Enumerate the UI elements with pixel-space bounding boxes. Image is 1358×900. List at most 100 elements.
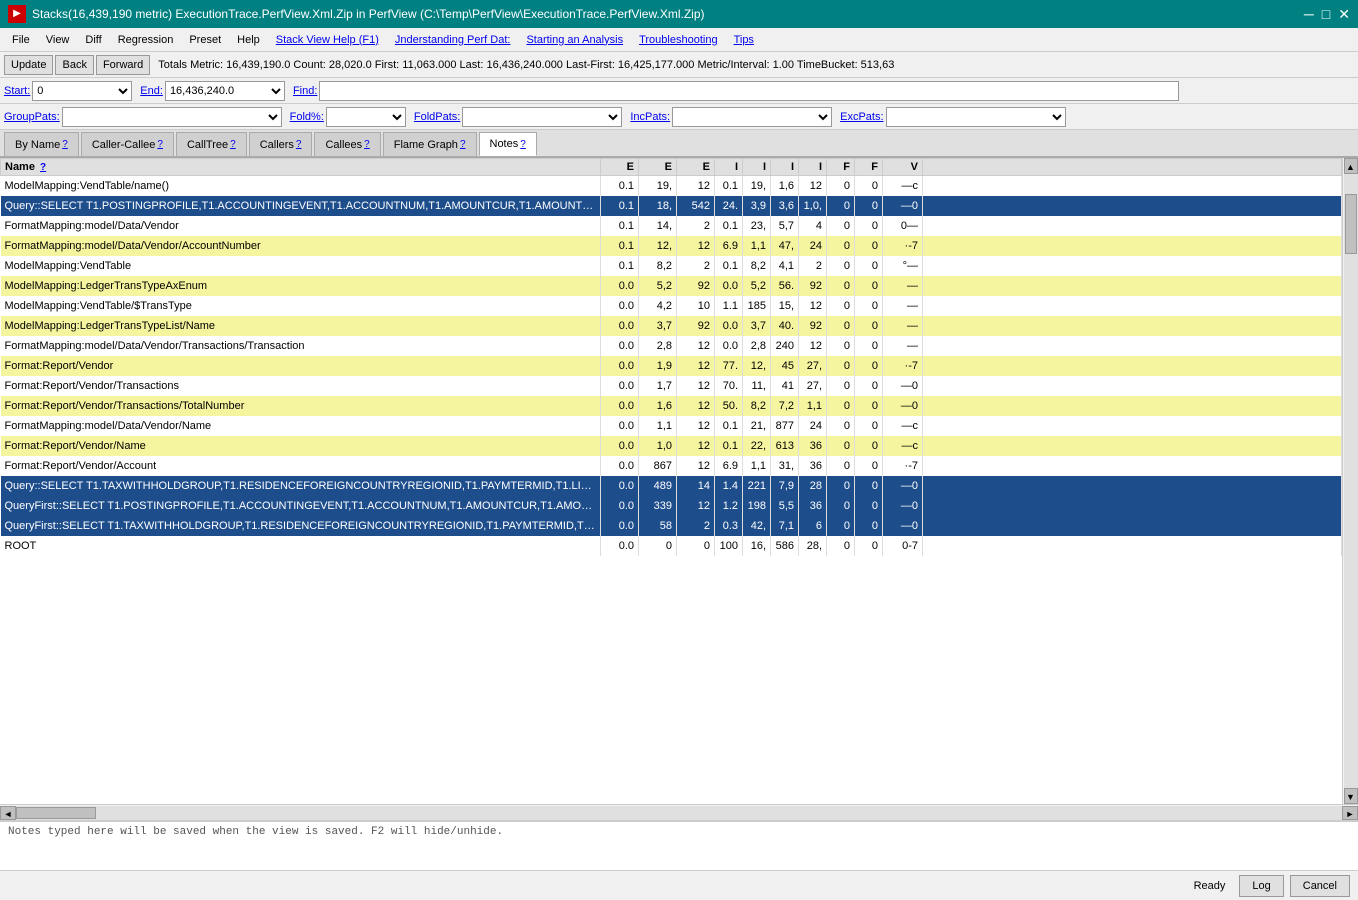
cell-i2: 198	[743, 496, 771, 516]
cell-extra	[923, 456, 1342, 476]
table-row[interactable]: FormatMapping:model/Data/Vendor0.114,20.…	[1, 216, 1342, 236]
excpats-select[interactable]	[886, 107, 1066, 127]
col-header-e1[interactable]: E	[601, 159, 639, 176]
table-row[interactable]: Format:Report/Vendor0.01,91277.12,4527,0…	[1, 356, 1342, 376]
table-row[interactable]: ModelMapping:VendTable0.18,220.18,24,120…	[1, 256, 1342, 276]
tab-callers[interactable]: Callers ?	[249, 132, 313, 156]
menu-help[interactable]: Help	[229, 32, 268, 48]
table-row[interactable]: ModelMapping:LedgerTransTypeAxEnum0.05,2…	[1, 276, 1342, 296]
table-row[interactable]: FormatMapping:model/Data/Vendor/AccountN…	[1, 236, 1342, 256]
cell-e1: 0.1	[601, 236, 639, 256]
close-button[interactable]: ✕	[1338, 6, 1350, 23]
col-header-e2[interactable]: E	[639, 159, 677, 176]
table-row[interactable]: QueryFirst::SELECT T1.POSTINGPROFILE,T1.…	[1, 496, 1342, 516]
menu-understanding[interactable]: Jnderstanding Perf Dat:	[387, 32, 519, 48]
menu-troubleshooting[interactable]: Troubleshooting	[631, 32, 725, 48]
vertical-scrollbar[interactable]: ▲ ▼	[1342, 158, 1358, 804]
minimize-button[interactable]: ─	[1304, 6, 1314, 23]
col-header-i4[interactable]: I	[799, 159, 827, 176]
update-button[interactable]: Update	[4, 55, 53, 75]
scroll-up-button[interactable]: ▲	[1344, 158, 1358, 174]
menu-view[interactable]: View	[38, 32, 78, 48]
table-row[interactable]: ModelMapping:VendTable/name()0.119,120.1…	[1, 176, 1342, 196]
scroll-right-button[interactable]: ►	[1342, 806, 1358, 820]
table-row[interactable]: Query::SELECT T1.TAXWITHHOLDGROUP,T1.RES…	[1, 476, 1342, 496]
cell-i1: 1.1	[715, 296, 743, 316]
table-row[interactable]: FormatMapping:model/Data/Vendor/Name0.01…	[1, 416, 1342, 436]
table-row[interactable]: Format:Report/Vendor/Account0.0867126.91…	[1, 456, 1342, 476]
tab-calltree[interactable]: CallTree ?	[176, 132, 247, 156]
foldpats-label[interactable]: FoldPats:	[414, 111, 460, 123]
tab-flame-graph[interactable]: Flame Graph ?	[383, 132, 477, 156]
foldpats-select[interactable]	[462, 107, 622, 127]
end-select[interactable]: 16,436,240.0	[165, 81, 285, 101]
cell-e1: 0.0	[601, 536, 639, 556]
col-header-f2[interactable]: F	[855, 159, 883, 176]
table-row[interactable]: FormatMapping:model/Data/Vendor/Transact…	[1, 336, 1342, 356]
table-scroll-area[interactable]: Name ? E E E I I I I F F V	[0, 158, 1342, 804]
scroll-down-button[interactable]: ▼	[1344, 788, 1358, 804]
menu-stack-view-help[interactable]: Stack View Help (F1)	[268, 32, 387, 48]
hscroll-thumb[interactable]	[16, 807, 96, 819]
table-row[interactable]: ROOT0.00010016,58628,000-7	[1, 536, 1342, 556]
table-row[interactable]: Format:Report/Vendor/Transactions/TotalN…	[1, 396, 1342, 416]
cell-i2: 3,7	[743, 316, 771, 336]
start-select[interactable]: 0	[32, 81, 132, 101]
incpats-label[interactable]: IncPats:	[630, 111, 670, 123]
table-row[interactable]: Query::SELECT T1.POSTINGPROFILE,T1.ACCOU…	[1, 196, 1342, 216]
scroll-thumb[interactable]	[1345, 194, 1357, 254]
col-header-i3[interactable]: I	[771, 159, 799, 176]
cell-i1: 6.9	[715, 456, 743, 476]
tab-by-name[interactable]: By Name ?	[4, 132, 79, 156]
tab-callees[interactable]: Callees ?	[314, 132, 380, 156]
scroll-left-button[interactable]: ◄	[0, 806, 16, 820]
table-row[interactable]: ModelMapping:VendTable/$TransType0.04,21…	[1, 296, 1342, 316]
end-label[interactable]: End:	[140, 85, 163, 97]
horizontal-scrollbar[interactable]: ◄ ►	[0, 804, 1358, 820]
log-button[interactable]: Log	[1239, 875, 1283, 897]
cell-f2: 0	[855, 376, 883, 396]
foldpct-select[interactable]	[326, 107, 406, 127]
scroll-track[interactable]	[1344, 174, 1358, 788]
cell-name: Format:Report/Vendor/Transactions/TotalN…	[1, 396, 601, 416]
menu-preset[interactable]: Preset	[181, 32, 229, 48]
menu-regression[interactable]: Regression	[110, 32, 182, 48]
menu-file[interactable]: File	[4, 32, 38, 48]
col-header-name[interactable]: Name ?	[1, 159, 601, 176]
incpats-select[interactable]	[672, 107, 832, 127]
cancel-button[interactable]: Cancel	[1290, 875, 1350, 897]
col-header-v[interactable]: V	[883, 159, 923, 176]
tab-caller-callee[interactable]: Caller-Callee ?	[81, 132, 174, 156]
menu-starting-analysis[interactable]: Starting an Analysis	[518, 32, 631, 48]
find-input[interactable]	[319, 81, 1179, 101]
cell-i1: 0.3	[715, 516, 743, 536]
table-row[interactable]: ModelMapping:LedgerTransTypeList/Name0.0…	[1, 316, 1342, 336]
grouppats-label[interactable]: GroupPats:	[4, 111, 60, 123]
cell-i4: 1,1	[799, 396, 827, 416]
find-label[interactable]: Find:	[293, 85, 317, 97]
table-row[interactable]: Format:Report/Vendor/Transactions0.01,71…	[1, 376, 1342, 396]
col-header-i2[interactable]: I	[743, 159, 771, 176]
start-label[interactable]: Start:	[4, 85, 30, 97]
col-header-f1[interactable]: F	[827, 159, 855, 176]
col-header-i1[interactable]: I	[715, 159, 743, 176]
tab-notes[interactable]: Notes ?	[479, 132, 537, 156]
menu-tips[interactable]: Tips	[726, 32, 762, 48]
cell-i1: 70.	[715, 376, 743, 396]
col-header-e3[interactable]: E	[677, 159, 715, 176]
app-icon: ▶	[8, 5, 26, 23]
table-row[interactable]: QueryFirst::SELECT T1.TAXWITHHOLDGROUP,T…	[1, 516, 1342, 536]
menu-bar: File View Diff Regression Preset Help St…	[0, 28, 1358, 52]
excpats-label[interactable]: ExcPats:	[840, 111, 883, 123]
back-button[interactable]: Back	[55, 55, 93, 75]
cell-e3: 2	[677, 216, 715, 236]
menu-diff[interactable]: Diff	[77, 32, 109, 48]
table-row[interactable]: Format:Report/Vendor/Name0.01,0120.122,6…	[1, 436, 1342, 456]
hscroll-track[interactable]	[16, 806, 1342, 820]
cell-e2: 867	[639, 456, 677, 476]
maximize-button[interactable]: □	[1322, 6, 1330, 23]
cell-e3: 12	[677, 336, 715, 356]
foldpct-label[interactable]: Fold%:	[290, 111, 324, 123]
forward-button[interactable]: Forward	[96, 55, 150, 75]
grouppats-select[interactable]	[62, 107, 282, 127]
